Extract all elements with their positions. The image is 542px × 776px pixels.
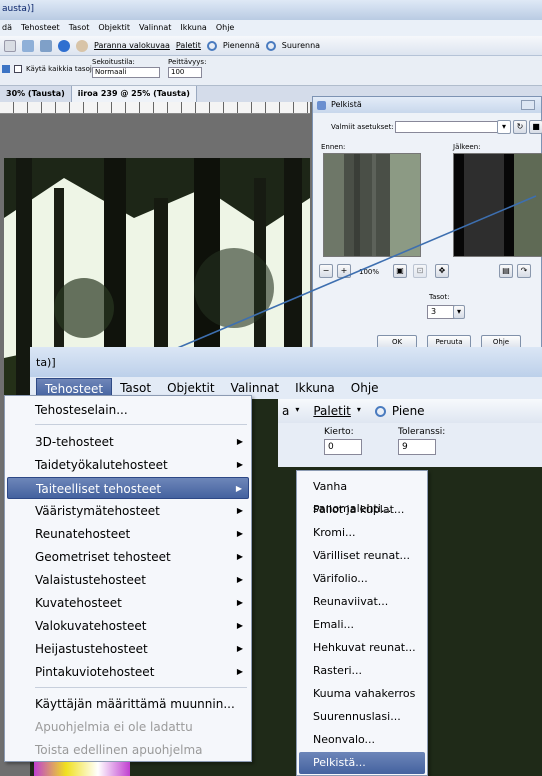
palettes-chevron-icon: ▾: [356, 405, 361, 414]
menu-item-label: Taiteelliset tehosteet: [36, 482, 162, 496]
submenu-item-halftone[interactable]: Rasteri...: [299, 660, 425, 682]
submenu-arrow-icon: ▶: [236, 437, 243, 446]
menu-item-label: Valokuvatehosteet: [35, 619, 147, 633]
fg-zoom-icon: [374, 405, 386, 417]
menu-item-photo-effects[interactable]: Valokuvatehosteet ▶: [7, 615, 249, 637]
fg-window-titlebar: ta)]: [30, 347, 542, 377]
menu-item-3d-effects[interactable]: 3D-tehosteet ▶: [7, 431, 249, 453]
menu-item-label: Taidetyökalutehosteet: [35, 458, 168, 472]
fg-tool-options: Kierto: 0 Toleranssi: 9: [278, 423, 542, 467]
menu-item-label: Pintakuviotehosteet: [35, 665, 155, 679]
submenu-arrow-icon: ▶: [236, 552, 243, 561]
fg-toolbar-enhance-fragment[interactable]: a: [282, 404, 289, 418]
submenu-arrow-icon: ▶: [236, 644, 243, 653]
menu-item-geometric-effects[interactable]: Geometriset tehosteet ▶: [7, 546, 249, 568]
submenu-item-hot-wax[interactable]: Kuuma vahakerros: [299, 683, 425, 705]
menu-item-image-effects[interactable]: Kuvatehosteet ▶: [7, 592, 249, 614]
submenu-item-glowing-edges[interactable]: Hehkuvat reunat...: [299, 637, 425, 659]
menu-item-reflection-effects[interactable]: Heijastustehosteet ▶: [7, 638, 249, 660]
menu-item-texture-effects[interactable]: Pintakuviotehosteet ▶: [7, 661, 249, 683]
submenu-item-colored-foil[interactable]: Värifolio...: [299, 568, 425, 590]
menu-item-label: Kuvatehosteet: [35, 596, 122, 610]
menu-item-label: Apuohjelmia ei ole ladattu: [35, 720, 193, 734]
tolerance-field[interactable]: 9: [398, 439, 436, 455]
submenu-item-colored-edges[interactable]: Värilliset reunat...: [299, 545, 425, 567]
tolerance-label: Toleranssi:: [398, 427, 446, 437]
submenu-arrow-icon: ▶: [236, 598, 243, 607]
submenu-item-posterize[interactable]: Pelkistä...: [299, 752, 425, 774]
rotation-field[interactable]: 0: [324, 439, 362, 455]
menu-item-label: Valaistustehosteet: [35, 573, 146, 587]
submenu-item-magnify[interactable]: Suurennuslasi...: [299, 706, 425, 728]
menu-item-illumination-effects[interactable]: Valaistustehosteet ▶: [7, 569, 249, 591]
rotation-label: Kierto:: [324, 427, 354, 437]
fg-zoom-button[interactable]: Piene: [392, 404, 425, 418]
menu-item-edge-effects[interactable]: Reunatehosteet ▶: [7, 523, 249, 545]
chevron-down-icon: ▾: [295, 405, 300, 414]
submenu-item-enamel[interactable]: Emali...: [299, 614, 425, 636]
fg-palettes-button[interactable]: Paletit: [313, 404, 351, 418]
menu-item-label: Reunatehosteet: [35, 527, 131, 541]
artistic-effects-submenu: Vanha sanomalehti... Pallot ja kuplat...…: [296, 470, 428, 776]
menu-item-label: Käyttäjän määrittämä muunnin...: [35, 697, 235, 711]
menu-item-label: Toista edellinen apuohjelma: [35, 743, 203, 757]
submenu-item-aged-newspaper[interactable]: Vanha sanomalehti...: [299, 476, 425, 515]
menu-item-effect-browser[interactable]: Tehosteselain...: [7, 399, 249, 421]
menu-item-label: Vääristymätehosteet: [35, 504, 160, 518]
submenu-item-balls-and-bubbles[interactable]: Pallot ja kuplat...: [299, 499, 425, 521]
effects-menu: Tehosteselain... 3D-tehosteet ▶ Taidetyök…: [4, 395, 252, 762]
menu-item-distortion-effects[interactable]: Vääristymätehosteet ▶: [7, 500, 249, 522]
menu-item-label: Tehosteselain...: [35, 403, 128, 417]
submenu-arrow-icon: ▶: [236, 575, 243, 584]
menu-item-artistic-effects[interactable]: Taiteelliset tehosteet ▶: [7, 477, 249, 499]
menu-window[interactable]: Ikkuna: [287, 378, 343, 398]
menu-item-user-defined-filter[interactable]: Käyttäjän määrittämä muunnin...: [7, 693, 249, 715]
submenu-item-chrome[interactable]: Kromi...: [299, 522, 425, 544]
menu-separator: [35, 687, 247, 688]
fg-window-title: ta)]: [36, 356, 56, 369]
menu-item-label: Geometriset tehosteet: [35, 550, 171, 564]
menu-item-repeat-plugin: Toista edellinen apuohjelma: [7, 739, 249, 761]
fg-toolbar: a ▾ Paletit ▾ Piene: [278, 399, 542, 423]
submenu-arrow-icon: ▶: [235, 484, 242, 493]
submenu-arrow-icon: ▶: [236, 460, 243, 469]
submenu-arrow-icon: ▶: [236, 667, 243, 676]
submenu-arrow-icon: ▶: [236, 506, 243, 515]
menu-item-label: Heijastustehosteet: [35, 642, 148, 656]
submenu-arrow-icon: ▶: [236, 529, 243, 538]
menu-item-label: 3D-tehosteet: [35, 435, 114, 449]
submenu-item-contours[interactable]: Reunaviivat...: [299, 591, 425, 613]
menu-item-art-media-effects[interactable]: Taidetyökalutehosteet ▶: [7, 454, 249, 476]
menu-help[interactable]: Ohje: [343, 378, 387, 398]
submenu-arrow-icon: ▶: [236, 621, 243, 630]
submenu-item-neon-glow[interactable]: Neonvalo...: [299, 729, 425, 751]
bottom-image-strip: [34, 762, 130, 776]
menu-separator: [35, 424, 247, 425]
menu-item-no-plugins: Apuohjelmia ei ole ladattu: [7, 716, 249, 738]
